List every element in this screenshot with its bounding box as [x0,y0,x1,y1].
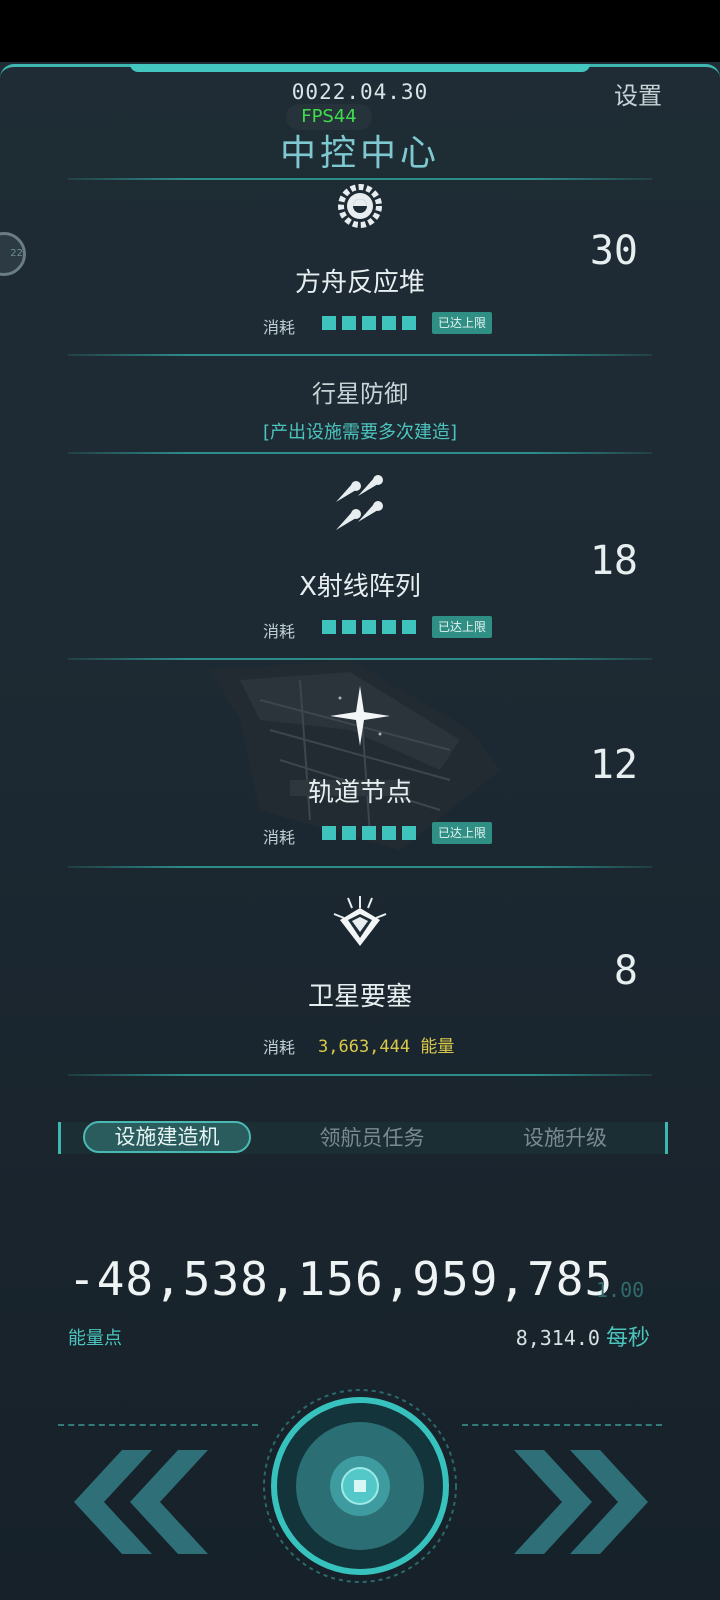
energy-total: -48,538,156,959,785 [68,1252,614,1306]
dashed-guide [462,1424,662,1426]
frame-top-accent [130,64,590,72]
x-ray-array-icon [336,475,383,530]
satellite-fortress-icon [333,896,387,946]
tab-facility-builder[interactable]: 设施建造机 [83,1121,251,1153]
max-level-badge: 已达上限 [432,822,493,844]
page-title: 中控中心 [279,133,440,174]
dashed-guide [58,1424,258,1426]
game-date: 0022.04.30 [291,80,429,104]
section-note: [产出设施需要多次建造] [262,422,458,443]
level-pip [362,316,376,330]
star-node-icon [330,686,390,746]
level-pip [402,316,416,330]
section-title: 行星防御 [312,380,408,408]
facility-count: 18 [589,538,638,584]
level-pip [322,620,336,634]
energy-label: 能量点 [68,1328,122,1349]
level-pip [382,316,396,330]
max-level-badge: 已达上限 [432,616,493,638]
double-chevron-right-icon[interactable] [506,1450,656,1554]
divider [68,658,652,660]
consume-label: 消耗 [263,828,296,847]
consume-label: 消耗 [263,318,296,337]
tab-navigator-missions[interactable]: 领航员任务 [287,1122,457,1154]
game-screen: 0022.04.30 设置 FPS44 中控中心 22 方舟反应堆 30 消耗 … [0,0,720,1600]
gear-reactor-icon [338,184,382,228]
level-pip [322,826,336,840]
facility-count: 8 [613,948,638,994]
consume-label: 消耗 [263,622,296,641]
energy-rate-value: 8,314.0 [515,1326,600,1350]
side-level-label: 22 [10,248,23,259]
tab-facility-upgrade[interactable]: 设施升级 [495,1122,635,1154]
level-pip [342,620,356,634]
tab-bar: 设施建造机 领航员任务 设施升级 [58,1121,668,1154]
settings-button[interactable]: 设置 [614,76,662,111]
level-pip [382,826,396,840]
divider [68,178,652,180]
consume-label: 消耗 [263,1038,296,1057]
facility-count: 12 [589,742,638,788]
status-bar [0,0,720,62]
divider [68,1074,652,1076]
core-button[interactable] [262,1388,458,1584]
level-pip [402,620,416,634]
level-pip [362,620,376,634]
divider [68,354,652,356]
level-pip [342,826,356,840]
energy-multiplier: 1.00 [596,1278,645,1302]
level-pip [322,316,336,330]
level-pip [382,620,396,634]
divider [68,452,652,454]
divider [68,866,652,868]
facility-count: 30 [589,228,638,274]
level-pip [342,316,356,330]
level-pip [362,826,376,840]
double-chevron-left-icon[interactable] [66,1450,216,1554]
core-button-icon [263,1389,457,1583]
energy-cost: 3,663,444 能量 [318,1037,455,1057]
max-level-badge: 已达上限 [432,312,493,334]
energy-rate: 8,314.0 每秒 [516,1320,650,1352]
level-pip [402,826,416,840]
energy-rate-unit: 每秒 [605,1326,650,1351]
